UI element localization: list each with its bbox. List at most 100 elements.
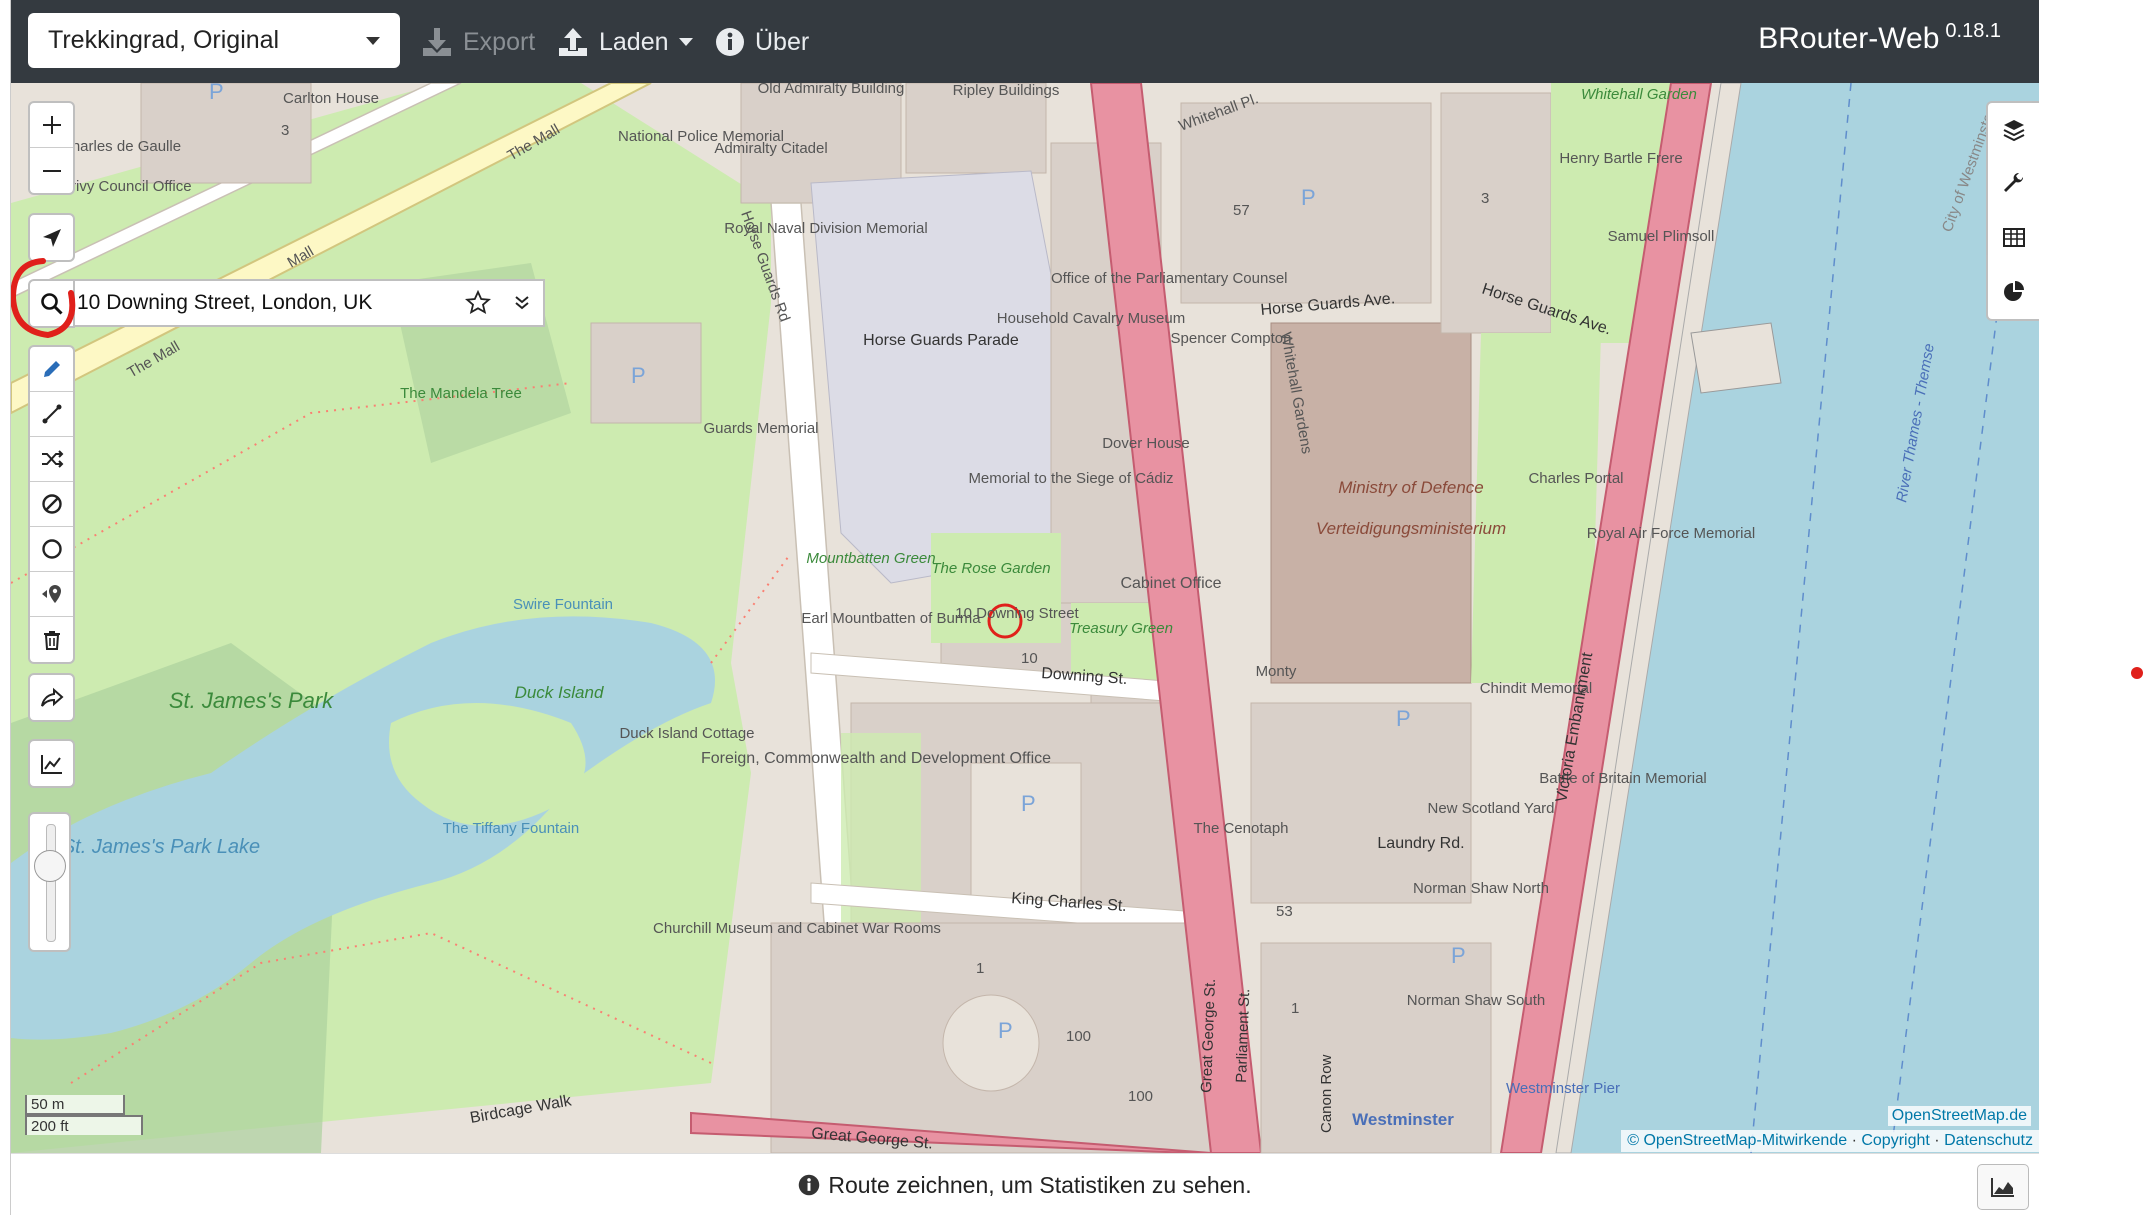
zoom-in-button[interactable] [30, 103, 73, 148]
app-window: Trekkingrad, Original Export Laden Über … [10, 0, 2039, 1215]
about-label: Über [755, 27, 810, 56]
profile-select[interactable]: Trekkingrad, Original [28, 13, 400, 68]
location-arrow-icon [42, 228, 61, 247]
map-label: New Scotland Yard [1427, 800, 1554, 817]
annotation-circle [11, 258, 76, 339]
table-icon [2002, 228, 2025, 247]
map-label: Horse Guards Parade [863, 332, 1019, 349]
export-button[interactable]: Export [421, 20, 535, 64]
map-label: Foreign, Commonwealth and Development Of… [701, 750, 1051, 767]
footer-bar: Route zeichnen, um Statistiken zu sehen. [11, 1153, 2039, 1215]
zoom-out-button[interactable] [30, 148, 73, 193]
right-control-bar [1986, 101, 2039, 321]
contributors-link[interactable]: © OpenStreetMap-Mitwirkende [1627, 1132, 1847, 1149]
chart-line-icon [40, 754, 62, 774]
footer-message: Route zeichnen, um Statistiken zu sehen. [828, 1171, 1252, 1198]
poi-button[interactable] [30, 572, 73, 617]
upload-icon [559, 28, 587, 56]
map-label: 3 [281, 122, 289, 139]
map-label: Spencer Compton [1171, 330, 1292, 347]
delete-route-button[interactable] [30, 617, 73, 662]
parking-label: P [1396, 706, 1411, 731]
circle-tool-button[interactable] [30, 527, 73, 572]
map-label: Guards Memorial [703, 420, 818, 437]
map-label: St. James's Park Lake [62, 836, 260, 858]
search-bar [75, 279, 545, 327]
privacy-link[interactable]: Datenschutz [1944, 1132, 2033, 1149]
slider-thumb[interactable] [34, 850, 66, 882]
parking-label: P [1021, 791, 1036, 816]
chevron-down-icon [678, 38, 693, 46]
layers-button[interactable] [1988, 103, 2039, 157]
map-label: St. James's Park [169, 688, 334, 713]
table-button[interactable] [1988, 211, 2039, 265]
map-label: Ripley Buildings [953, 83, 1060, 99]
share-icon [40, 687, 64, 707]
map-label: Norman Shaw North [1413, 880, 1549, 897]
map-label: Household Cavalry Museum [997, 310, 1185, 327]
statistics-button[interactable] [1988, 265, 2039, 319]
map-label: Duck Island [515, 683, 604, 702]
copyright-link[interactable]: Copyright [1861, 1132, 1929, 1149]
parking-label: P [1451, 943, 1466, 968]
map-label: Treasury Green [1069, 620, 1173, 637]
map-label: Charles de Gaulle [61, 138, 181, 155]
line-icon [42, 404, 61, 424]
about-button[interactable]: Über [715, 20, 809, 64]
draw-line-button[interactable] [30, 392, 73, 437]
map-label: Earl Mountbatten of Burma [801, 610, 981, 627]
annotation-dot [2131, 667, 2143, 679]
load-button[interactable]: Laden [557, 20, 693, 64]
map-canvas[interactable]: Carlton House Old Admiralty Building Rip… [11, 83, 2039, 1153]
map-label: Westminster Pier [1506, 1080, 1620, 1097]
profile-select-value: Trekkingrad, Original [48, 26, 280, 54]
layers-icon [2003, 120, 2024, 142]
star-icon[interactable] [465, 290, 491, 316]
map-label: Royal Air Force Memorial [1587, 525, 1755, 542]
map-label: Monty [1256, 663, 1297, 680]
parking-label: P [209, 83, 224, 104]
no-entry-icon [41, 494, 62, 514]
map-label: Samuel Plimsoll [1608, 228, 1715, 245]
attribution-separator: · [1851, 1132, 1857, 1149]
draw-route-button[interactable] [30, 347, 73, 392]
map-label: Swire Fountain [513, 596, 613, 613]
area-chart-icon [1991, 1178, 2014, 1197]
chevron-down-icon [366, 36, 380, 45]
double-chevron-down-icon[interactable] [513, 294, 531, 312]
pie-chart-icon [2003, 281, 2024, 301]
map-label: Admiralty Citadel [714, 140, 827, 157]
map-tiles[interactable]: Carlton House Old Admiralty Building Rip… [11, 83, 2039, 1153]
reverse-route-button[interactable] [30, 437, 73, 482]
map-label: Office of the Parliamentary Counsel [1051, 270, 1288, 287]
share-button[interactable] [30, 675, 73, 720]
map-pin-icon [41, 585, 61, 603]
trash-icon [43, 630, 60, 650]
map-label: Carlton House [283, 90, 379, 107]
info-icon [799, 1174, 820, 1196]
map-label: Memorial to the Siege of Cádiz [968, 470, 1173, 487]
share-control [28, 673, 75, 722]
map-label: Henry Bartle Frere [1559, 150, 1682, 167]
map-label: Verteidigungsministerium [1316, 519, 1506, 538]
scale-imperial: 200 ft [25, 1115, 143, 1135]
map-label: The Rose Garden [931, 560, 1050, 577]
parking-label: P [631, 363, 646, 388]
map-label: 100 [1128, 1088, 1153, 1105]
map-label: Churchill Museum and Cabinet War Rooms [653, 920, 941, 937]
osm-de-link[interactable]: OpenStreetMap.de [1887, 1106, 2031, 1126]
minus-icon [42, 169, 61, 172]
load-label: Laden [599, 27, 669, 56]
map-label: Ministry of Defence [1338, 478, 1484, 497]
no-go-area-button[interactable] [30, 482, 73, 527]
top-navbar: Trekkingrad, Original Export Laden Über … [11, 0, 2039, 83]
opacity-slider[interactable] [28, 812, 71, 952]
settings-button[interactable] [1988, 157, 2039, 211]
slider-track [46, 824, 56, 942]
attribution-separator: · [1934, 1132, 1940, 1149]
map-label: Westminster [1352, 1110, 1454, 1129]
search-input[interactable] [75, 283, 449, 323]
toggle-elevation-button[interactable] [1977, 1164, 2029, 1210]
map-label: Privy Council Office [61, 178, 192, 195]
elevation-profile-button[interactable] [30, 741, 73, 786]
